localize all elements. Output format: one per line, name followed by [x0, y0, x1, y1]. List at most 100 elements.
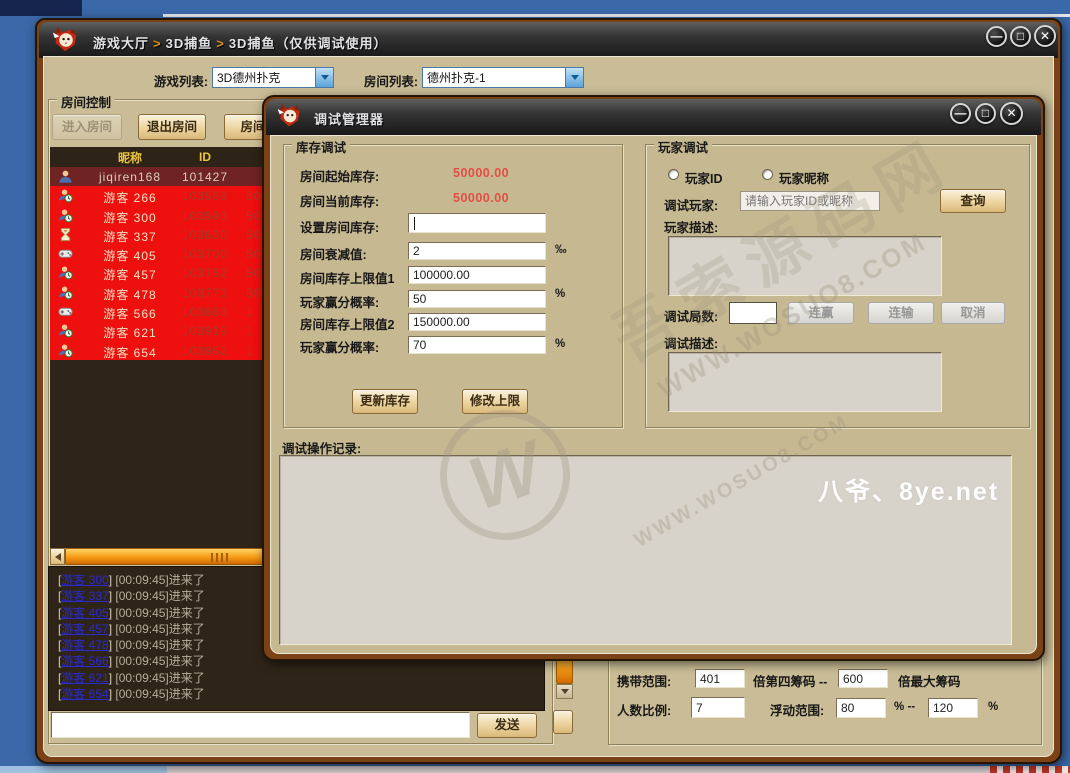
modify-limit-button[interactable]: 修改上限 — [462, 389, 528, 414]
player-name: 游客 478 — [80, 286, 180, 303]
people-ratio-input[interactable] — [691, 697, 745, 718]
chip4-label: 倍第四筹码 -- — [753, 671, 827, 690]
column-header-id[interactable]: ID — [170, 150, 240, 164]
chat-line-text: [00:09:45]进来了 — [112, 589, 205, 603]
float-high-percent: % — [988, 701, 998, 713]
game-list-dropdown[interactable]: 3D德州扑克 — [212, 67, 334, 88]
query-button[interactable]: 查询 — [940, 189, 1006, 213]
chat-player-link[interactable]: 游客 405 — [61, 606, 108, 620]
chat-player-link[interactable]: 游客 478 — [61, 638, 108, 652]
player-group-label: 玩家调试 — [654, 137, 712, 156]
player-name: jiqiren168 — [80, 170, 180, 184]
win-rate2-unit: % — [555, 338, 565, 350]
room-decay-input[interactable] — [408, 242, 546, 260]
chat-line-text: [00:09:45]进来了 — [112, 606, 205, 620]
player-nick-radio-label[interactable]: 玩家昵称 — [779, 168, 829, 187]
float-range-label: 浮动范围: — [770, 700, 824, 719]
chat-line-text: [00:09:45]进来了 — [112, 573, 205, 587]
exit-room-button[interactable]: 退出房间 — [138, 114, 206, 140]
chat-line-text: [00:09:45]进来了 — [112, 654, 205, 668]
scroll-left-button[interactable] — [50, 548, 65, 565]
chevron-down-icon[interactable] — [315, 68, 333, 87]
chat-player-link[interactable]: 游客 621 — [61, 671, 108, 685]
player-name: 游客 337 — [80, 228, 180, 245]
dialog-close-button[interactable]: ✕ — [1000, 102, 1023, 125]
dialog-maximize-button[interactable]: □ — [975, 103, 996, 124]
player-id: 103919 — [170, 324, 240, 338]
send-button[interactable]: 发送 — [477, 713, 537, 738]
player-name: 游客 621 — [80, 324, 180, 341]
chat-line-text: [00:09:45]进来了 — [112, 622, 205, 636]
stock-limit1-input[interactable] — [408, 266, 546, 284]
player-name: 游客 566 — [80, 305, 180, 322]
win-rate2-input[interactable] — [408, 336, 546, 354]
set-room-stock-label: 设置房间库存: — [300, 217, 379, 236]
column-header-nickname[interactable]: 昵称 — [80, 149, 180, 166]
player-desc-textarea[interactable] — [668, 236, 942, 296]
maximize-button[interactable]: □ — [1010, 26, 1031, 47]
player-id: 103559 — [170, 189, 240, 203]
main-window-titlebar[interactable]: 游戏大厅>3D捕鱼>3D捕鱼（仅供调试使用） — [39, 22, 1058, 58]
player-id: 103593 — [170, 209, 240, 223]
win-rate1-unit: % — [555, 288, 565, 300]
chevron-down-icon[interactable] — [565, 68, 583, 87]
player-nick-radio[interactable] — [762, 169, 773, 180]
bottom-strip-marks — [990, 766, 1070, 773]
player-name: 游客 266 — [80, 189, 180, 206]
win-rate2-label: 玩家赢分概率: — [300, 337, 379, 356]
carry-range-input[interactable] — [695, 669, 745, 688]
hidden-button-fragment[interactable] — [553, 710, 573, 734]
float-high-input[interactable] — [928, 698, 978, 718]
win-rate1-input[interactable] — [408, 290, 546, 308]
debug-rounds-input[interactable] — [729, 302, 777, 324]
player-id-radio-label[interactable]: 玩家ID — [685, 168, 723, 187]
player-id: 101427 — [170, 170, 240, 184]
player-name: 游客 405 — [80, 247, 180, 264]
chat-message-input[interactable] — [51, 712, 470, 738]
chat-player-link[interactable]: 游客 457 — [61, 622, 108, 636]
debug-desc-textarea[interactable] — [668, 352, 942, 412]
float-low-input[interactable] — [836, 698, 886, 718]
scrollbar-grip[interactable] — [211, 553, 231, 562]
dialog-titlebar[interactable]: 调试管理器 — [266, 99, 1041, 135]
update-stock-button[interactable]: 更新库存 — [352, 389, 418, 414]
chat-player-link[interactable]: 游客 337 — [61, 589, 108, 603]
breadcrumb-separator: > — [149, 36, 166, 51]
close-button[interactable]: ✕ — [1034, 25, 1056, 47]
gamepad-icon — [58, 304, 73, 319]
user-clock-icon — [58, 343, 73, 358]
minimize-button[interactable]: — — [986, 26, 1007, 47]
user-clock-icon — [58, 265, 73, 280]
room-current-stock-value: 50000.00 — [453, 191, 509, 205]
user-clock-icon — [58, 188, 73, 203]
win-streak-button[interactable]: 连赢 — [788, 302, 854, 324]
dialog-title: 调试管理器 — [314, 109, 384, 128]
chat-player-link[interactable]: 游客 654 — [61, 687, 108, 701]
triangle-left-icon — [55, 553, 61, 561]
set-room-stock-input[interactable] — [408, 213, 546, 233]
room-list-dropdown[interactable]: 德州扑克-1 — [422, 67, 584, 88]
player-id-radio[interactable] — [668, 169, 679, 180]
chip4-input[interactable] — [838, 669, 888, 688]
player-id: 103630 — [170, 228, 240, 242]
people-ratio-label: 人数比例: — [617, 700, 671, 719]
user-clock-icon — [58, 208, 73, 223]
bottom-strip-left — [0, 766, 167, 773]
user-clock-icon — [58, 323, 73, 338]
scroll-down-button[interactable] — [556, 684, 573, 699]
player-name: 游客 300 — [80, 209, 180, 226]
dialog-minimize-button[interactable]: — — [950, 103, 971, 124]
lose-streak-button[interactable]: 连输 — [868, 302, 934, 324]
gamepad-icon — [58, 246, 73, 261]
debug-player-input[interactable] — [740, 191, 880, 211]
float-low-percent: % -- — [894, 701, 915, 713]
chat-line: [游客 654] [00:09:45]进来了 — [58, 685, 538, 701]
stock-limit2-input[interactable] — [408, 313, 546, 331]
chat-player-link[interactable]: 游客 300 — [61, 573, 108, 587]
cancel-button[interactable]: 取消 — [941, 302, 1005, 324]
chat-player-link[interactable]: 游客 566 — [61, 654, 108, 668]
debug-player-label: 调试玩家: — [664, 195, 718, 214]
enter-room-button[interactable]: 进入房间 — [52, 114, 122, 140]
inventory-group-label: 库存调试 — [292, 137, 350, 156]
stock-limit2-label: 房间库存上限值2 — [300, 314, 394, 333]
